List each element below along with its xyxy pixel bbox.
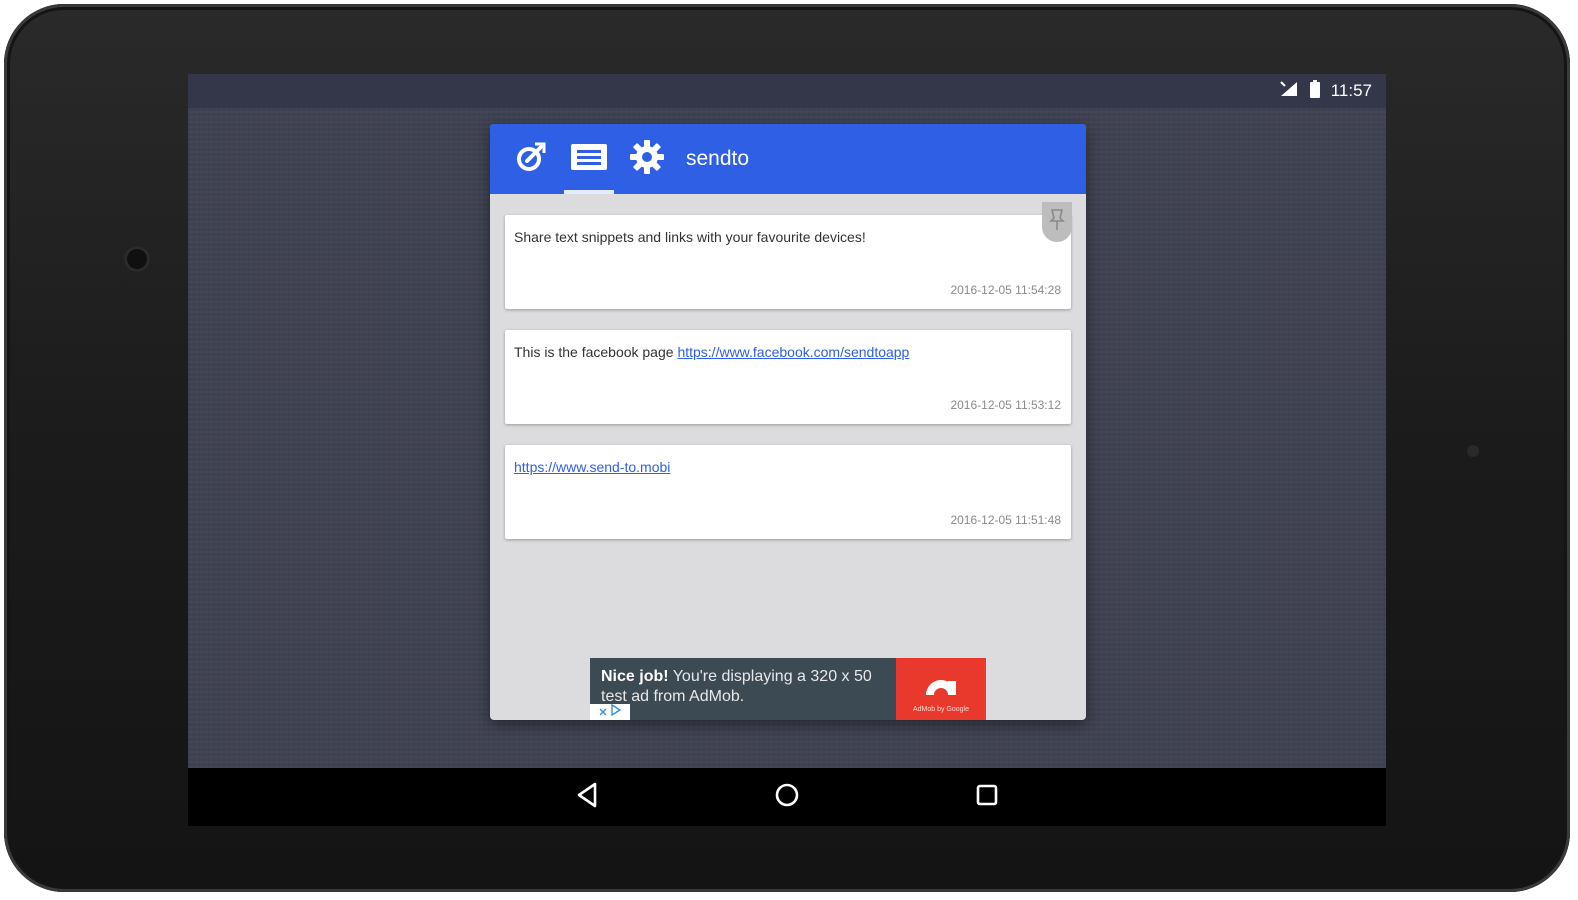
message-text: Share text snippets and links with your …	[514, 229, 866, 245]
message-card[interactable]: https://www.send-to.mobi 2016-12-05 11:5…	[505, 445, 1071, 539]
signal-icon	[1279, 80, 1299, 103]
message-text: https://www.send-to.mobi	[514, 459, 670, 475]
tab-settings[interactable]	[618, 124, 676, 194]
admob-logo-icon	[922, 665, 960, 704]
app-bar: sendto	[490, 124, 1086, 194]
status-time: 11:57	[1330, 81, 1372, 100]
pin-icon	[1048, 208, 1066, 237]
admob-banner[interactable]: Nice job! You're displaying a 320 x 50 t…	[590, 658, 986, 720]
status-bar: 11:57	[188, 74, 1386, 108]
message-card[interactable]: Share text snippets and links with your …	[505, 202, 1072, 309]
ad-choices-icon	[610, 703, 622, 720]
home-icon	[774, 782, 800, 813]
home-button[interactable]	[762, 777, 812, 817]
tab-send[interactable]	[502, 124, 560, 194]
message-list[interactable]: Share text snippets and links with your …	[490, 194, 1086, 720]
message-text: This is the facebook page https://www.fa…	[514, 344, 909, 360]
website-link[interactable]: https://www.send-to.mobi	[514, 459, 670, 475]
navigation-bar	[188, 768, 1386, 826]
battery-icon	[1309, 79, 1321, 103]
message-card[interactable]: This is the facebook page https://www.fa…	[505, 330, 1071, 424]
close-icon	[599, 703, 607, 720]
ad-text: Nice job! You're displaying a 320 x 50 t…	[590, 658, 896, 720]
message-body: Share text snippets and links with your …	[514, 229, 866, 245]
tablet-device: 11:57 sendto Share text snippets and lin…	[4, 4, 1570, 892]
recents-icon	[975, 783, 999, 812]
screen: 11:57 sendto Share text snippets and lin…	[188, 74, 1386, 826]
message-timestamp: 2016-12-05 11:53:12	[950, 398, 1061, 412]
recents-button[interactable]	[962, 777, 1012, 817]
message-timestamp: 2016-12-05 11:51:48	[950, 513, 1061, 527]
sendto-app-window: sendto Share text snippets and links wit…	[490, 124, 1086, 720]
message-timestamp: 2016-12-05 11:54:28	[950, 283, 1061, 297]
admob-caption: AdMob by Google	[912, 706, 970, 713]
back-icon	[575, 782, 599, 813]
gear-icon	[629, 139, 665, 180]
message-body: This is the facebook page	[514, 344, 678, 360]
admob-logo: AdMob by Google	[896, 658, 986, 720]
pin-button[interactable]	[1042, 202, 1072, 242]
facebook-link[interactable]: https://www.facebook.com/sendtoapp	[677, 344, 909, 360]
send-icon	[513, 139, 549, 180]
messages-icon	[570, 143, 608, 176]
back-button[interactable]	[562, 777, 612, 817]
front-camera	[124, 246, 150, 272]
proximity-sensor	[1467, 445, 1479, 457]
ad-headline: Nice job!	[601, 668, 669, 685]
app-title: sendto	[686, 147, 750, 170]
ad-choices[interactable]	[590, 703, 630, 720]
tab-messages[interactable]	[560, 124, 618, 194]
